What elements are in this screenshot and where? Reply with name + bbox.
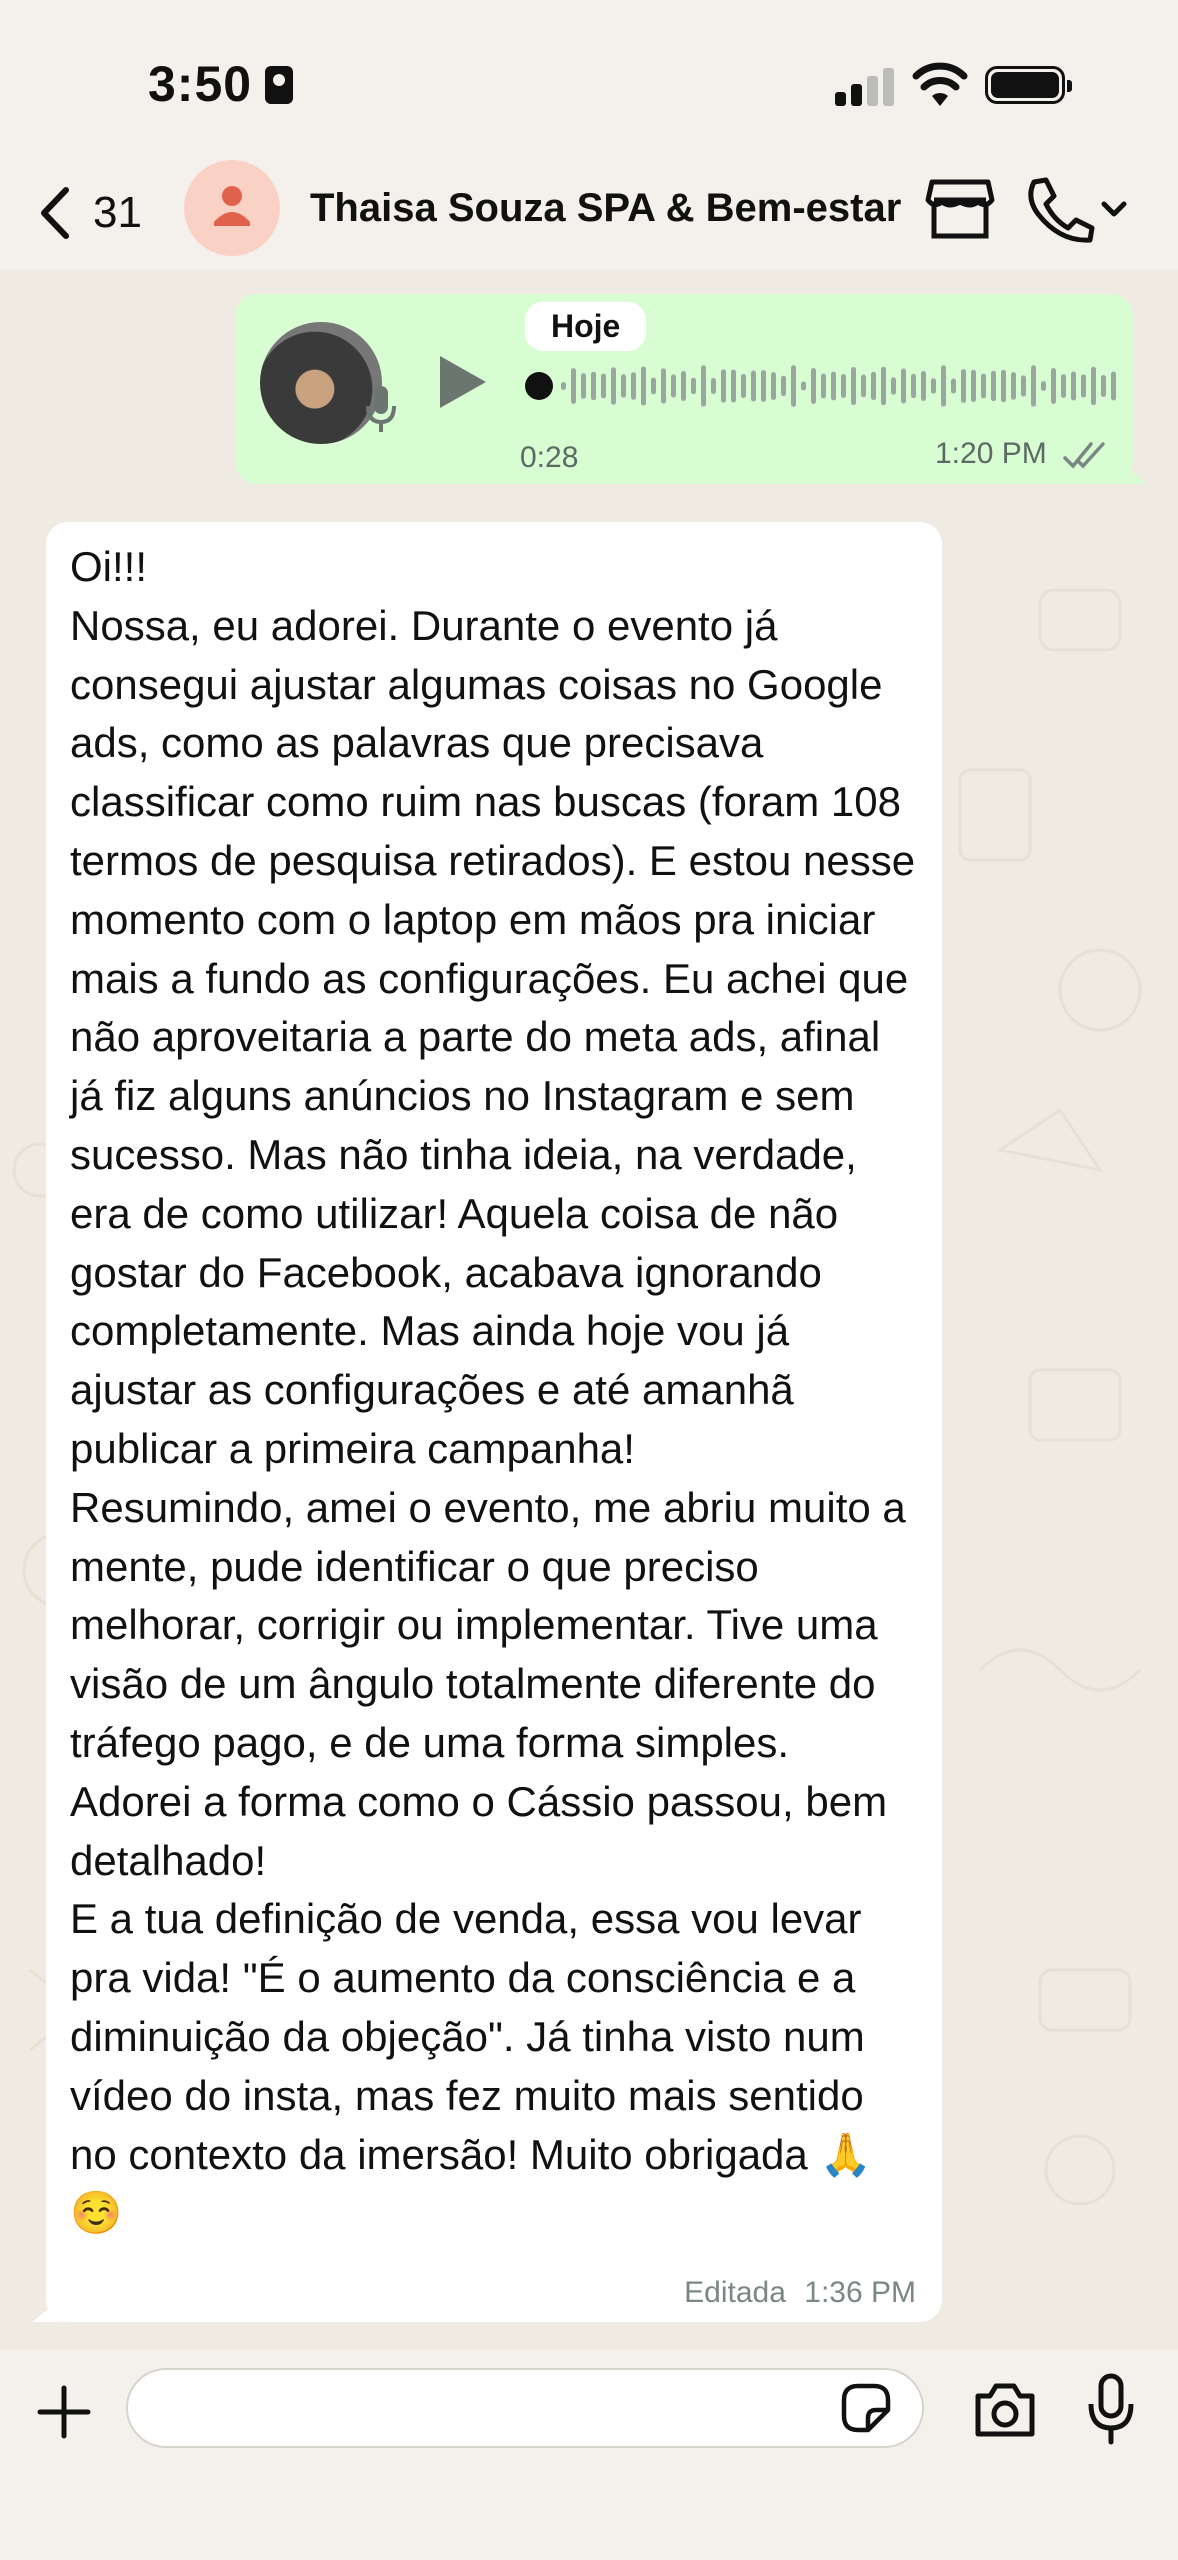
waveform-bar (961, 369, 966, 403)
waveform-bar (1001, 369, 1006, 403)
waveform-bar (771, 371, 776, 401)
waveform-bar (931, 378, 936, 394)
play-button[interactable] (440, 356, 486, 408)
waveform-bar (851, 366, 856, 406)
waveform-bar (1111, 371, 1116, 401)
waveform-bar (871, 371, 876, 401)
waveform-bar (831, 371, 836, 401)
message-input[interactable] (126, 2368, 924, 2448)
voice-message-bubble[interactable]: Hoje 0:28 1:20 PM (235, 294, 1133, 484)
waveform-bar (561, 382, 566, 390)
waveform-bar (941, 365, 946, 407)
call-icon[interactable] (1020, 174, 1130, 244)
waveform-bar (611, 367, 616, 405)
waveform-bar (1061, 374, 1066, 398)
waveform-bar (971, 369, 976, 403)
status-bar: 3:50 (0, 0, 1178, 160)
waveform-bar (801, 381, 806, 391)
waveform-bar (691, 377, 696, 395)
waveform-bar (581, 373, 586, 399)
waveform-bar (911, 373, 916, 399)
waveform-bar (741, 373, 746, 399)
chat-area[interactable]: Hoje 0:28 1:20 PM Oi!!! Nossa, eu adorei… (0, 270, 1178, 2350)
waveform-bar (1051, 368, 1056, 404)
double-check-icon (1063, 442, 1105, 469)
waveform-bar (1041, 381, 1046, 391)
plus-icon[interactable] (36, 2384, 92, 2440)
waveform-bar (731, 369, 736, 403)
waveform-bar (951, 378, 956, 394)
chat-header: 31 Thaisa Souza SPA & Bem-estar (0, 160, 1178, 270)
voice-duration: 0:28 (520, 441, 579, 474)
microphone-icon[interactable] (1086, 2372, 1136, 2446)
camera-icon[interactable] (972, 2380, 1038, 2440)
cellular-signal-icon (835, 68, 895, 106)
store-icon[interactable] (924, 176, 996, 242)
waveform-bar (751, 370, 756, 402)
waveform-bar (901, 368, 906, 404)
microphone-icon (366, 386, 396, 432)
waveform-bar (811, 368, 816, 404)
waveform-bar (661, 368, 666, 404)
waveform-bar (631, 372, 636, 400)
contact-name[interactable]: Thaisa Souza SPA & Bem-estar (310, 186, 901, 231)
waveform-bar (1101, 374, 1106, 398)
waveform-bar (861, 374, 866, 398)
unread-count[interactable]: 31 (93, 188, 142, 238)
person-icon (214, 186, 250, 226)
waveform-bar (881, 366, 886, 406)
waveform-bar (891, 377, 896, 395)
waveform-bar (1011, 372, 1016, 400)
waveform-bar (621, 374, 626, 398)
incoming-message-bubble[interactable]: Oi!!! Nossa, eu adorei. Durante o evento… (46, 522, 942, 2322)
composer-bar (0, 2350, 1178, 2560)
battery-icon (985, 66, 1072, 104)
waveform-bar (1021, 375, 1026, 397)
waveform-bar (651, 377, 656, 395)
waveform-bar (791, 365, 796, 407)
waveform-bar (1081, 374, 1086, 398)
waveform-bar (641, 366, 646, 406)
waveform-bar (721, 369, 726, 403)
waveform-bar (981, 373, 986, 399)
waveform-bar (711, 378, 716, 394)
voice-timestamp: 1:20 PM (935, 437, 1047, 470)
waveform-bar (921, 371, 926, 401)
waveform-bar (601, 373, 606, 399)
message-meta: Editada 1:36 PM (674, 2276, 916, 2310)
contact-card-icon (265, 66, 293, 104)
waveform-bar (841, 373, 846, 399)
waveform-bar (761, 370, 766, 402)
waveform-bar (671, 374, 676, 398)
waveform-bar (1091, 366, 1096, 406)
message-text: Oi!!! Nossa, eu adorei. Durante o evento… (70, 543, 916, 2237)
waveform-bar (591, 371, 596, 401)
back-chevron-icon[interactable] (28, 178, 88, 248)
wifi-icon (912, 62, 968, 106)
waveform-bar (681, 371, 686, 401)
waveform-bar (991, 370, 996, 402)
sticker-icon[interactable] (838, 2380, 894, 2436)
date-badge: Hoje (525, 302, 647, 351)
waveform-bar (571, 368, 576, 404)
waveform-bar (821, 373, 826, 399)
audio-waveform[interactable] (525, 356, 1125, 416)
waveform-bar (1031, 365, 1036, 407)
waveform-bar (701, 365, 706, 407)
edited-label: Editada (684, 2276, 786, 2309)
contact-avatar[interactable] (184, 160, 280, 256)
waveform-bar (1071, 371, 1076, 401)
status-time: 3:50 (148, 56, 253, 112)
waveform-bar (781, 375, 786, 397)
message-timestamp: 1:36 PM (804, 2276, 916, 2309)
